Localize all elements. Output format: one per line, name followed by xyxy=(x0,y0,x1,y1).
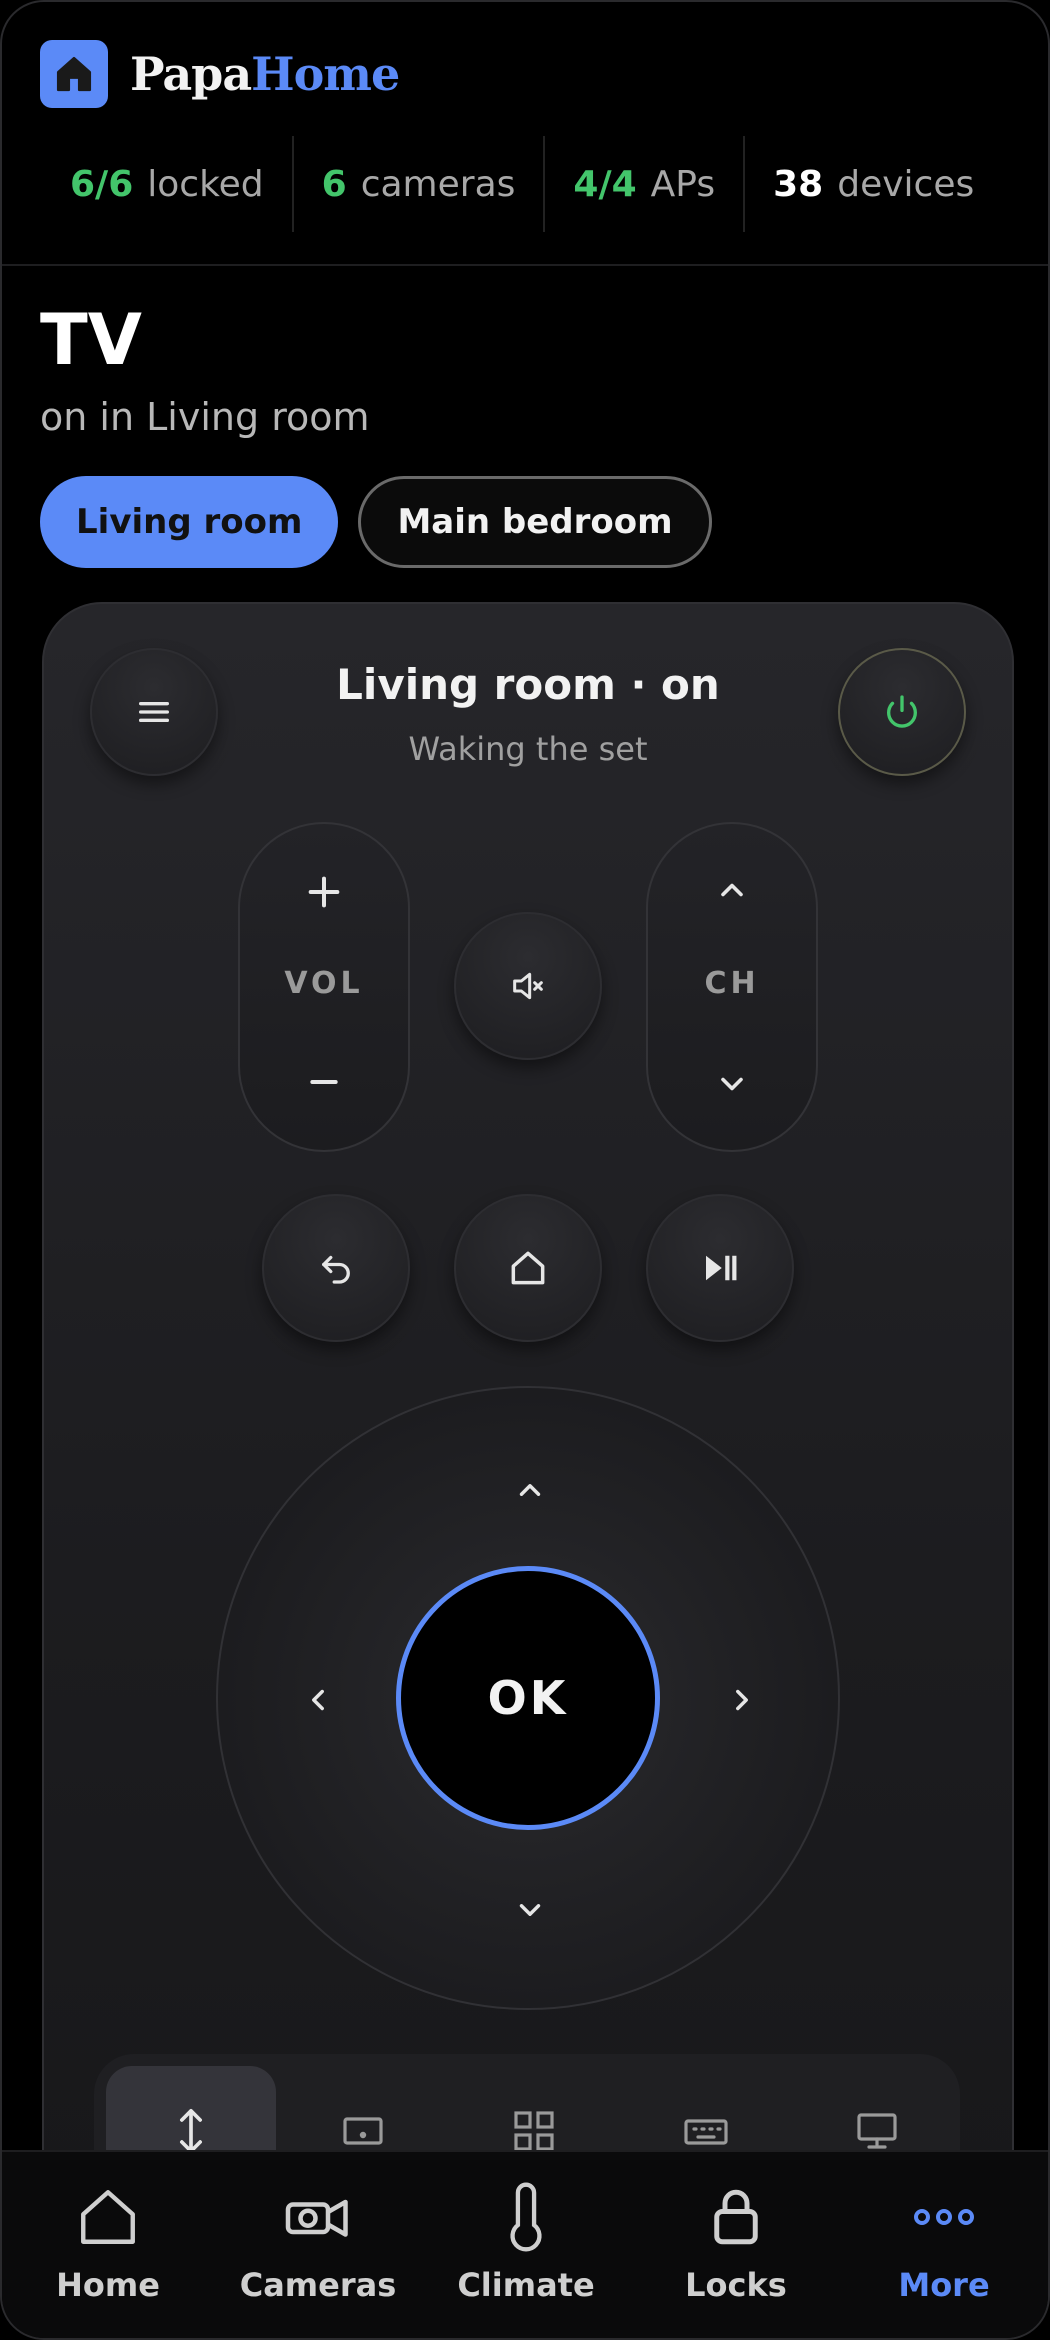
app-frame: PapaHome 6/6 locked 6 cameras 4/4 APs 38… xyxy=(0,0,1050,2340)
brand-title: PapaHome xyxy=(130,40,400,108)
stat-devices[interactable]: 38 devices xyxy=(745,136,1002,232)
stat-aps[interactable]: 4/4 APs xyxy=(545,136,743,232)
chevron-left-icon xyxy=(312,1689,324,1711)
stat-value: 6 xyxy=(321,163,347,205)
menu-icon xyxy=(139,702,169,722)
home-icon xyxy=(81,2190,135,2244)
volume-up-button[interactable] xyxy=(240,872,408,912)
logo-home-icon xyxy=(40,40,108,108)
chevron-up-icon xyxy=(721,883,743,897)
apps-grid-icon xyxy=(514,2111,554,2151)
channel-down-button[interactable] xyxy=(648,1066,816,1102)
home-button[interactable] xyxy=(454,1194,602,1342)
lock-icon xyxy=(714,2189,758,2245)
channel-up-button[interactable] xyxy=(648,872,816,908)
play-pause-icon xyxy=(706,1255,737,1281)
dpad-up-button[interactable] xyxy=(500,1460,560,1520)
volume-label: VOL xyxy=(284,966,364,1001)
brand-part-papa: Papa xyxy=(130,47,252,101)
stat-label: devices xyxy=(837,163,975,205)
nav-label: Cameras xyxy=(239,2266,397,2304)
nav-label: Home xyxy=(56,2266,160,2304)
remote-status: Waking the set xyxy=(408,730,648,768)
stat-cameras[interactable]: 6 cameras xyxy=(294,136,544,232)
direction-pad: OK xyxy=(216,1386,840,2010)
stat-locked[interactable]: 6/6 locked xyxy=(42,136,292,232)
keyboard-icon xyxy=(684,2119,728,2145)
ok-button[interactable]: OK xyxy=(396,1566,660,1830)
back-button[interactable] xyxy=(262,1194,410,1342)
more-dots-icon xyxy=(914,2209,974,2225)
stat-value: 6/6 xyxy=(70,163,134,205)
room-chip-living-room[interactable]: Living room xyxy=(40,476,339,568)
brand-part-home: Home xyxy=(251,47,400,101)
volume-rocker: VOL xyxy=(238,822,410,1152)
room-selector: Living room Main bedroom xyxy=(40,476,712,568)
chevron-up-icon xyxy=(519,1484,541,1496)
page-subtitle: on in Living room xyxy=(40,395,370,439)
mute-button[interactable] xyxy=(454,912,602,1060)
status-summary: 6/6 locked 6 cameras 4/4 APs 38 devices xyxy=(42,134,1002,234)
nav-label: More xyxy=(898,2266,990,2304)
thermometer-icon xyxy=(510,2182,542,2252)
room-chip-main-bedroom[interactable]: Main bedroom xyxy=(358,476,712,568)
power-button[interactable] xyxy=(838,648,966,776)
menu-button[interactable] xyxy=(90,648,218,776)
header-divider xyxy=(2,264,1048,266)
plus-icon xyxy=(308,876,340,908)
home-icon xyxy=(511,1251,545,1285)
stat-label: APs xyxy=(650,163,716,205)
minus-icon xyxy=(310,1080,338,1084)
channel-label: CH xyxy=(704,966,760,1001)
chevron-down-icon xyxy=(519,1904,541,1916)
nav-cameras[interactable]: Cameras xyxy=(228,2182,408,2304)
page-title: TV xyxy=(40,299,142,381)
mute-icon xyxy=(513,972,543,1000)
stat-value: 4/4 xyxy=(573,163,637,205)
nav-home[interactable]: Home xyxy=(18,2182,198,2304)
touchpad-icon xyxy=(343,2117,383,2145)
nav-label: Climate xyxy=(457,2266,595,2304)
power-icon xyxy=(887,695,917,728)
stat-label: locked xyxy=(147,163,264,205)
stat-label: cameras xyxy=(360,163,516,205)
chevron-down-icon xyxy=(721,1077,743,1091)
volume-down-button[interactable] xyxy=(240,1062,408,1102)
camera-icon xyxy=(285,2199,348,2237)
nav-more[interactable]: More xyxy=(854,2182,1034,2304)
bottom-nav: Home Cameras Climate Locks More xyxy=(2,2150,1048,2338)
chevron-right-icon xyxy=(736,1689,748,1711)
play-pause-button[interactable] xyxy=(646,1194,794,1342)
back-icon xyxy=(322,1255,350,1284)
tv-remote: Living room · on Waking the set VOL CH O… xyxy=(42,602,1014,2226)
screen-icon xyxy=(857,2113,897,2149)
dpad-left-button[interactable] xyxy=(288,1670,348,1730)
remote-title: Living room · on xyxy=(336,660,720,709)
dpad-down-button[interactable] xyxy=(500,1880,560,1940)
stat-value: 38 xyxy=(773,163,824,205)
nav-label: Locks xyxy=(685,2266,787,2304)
nav-climate[interactable]: Climate xyxy=(436,2182,616,2304)
channel-rocker: CH xyxy=(646,822,818,1152)
nav-locks[interactable]: Locks xyxy=(646,2182,826,2304)
dpad-right-button[interactable] xyxy=(712,1670,772,1730)
